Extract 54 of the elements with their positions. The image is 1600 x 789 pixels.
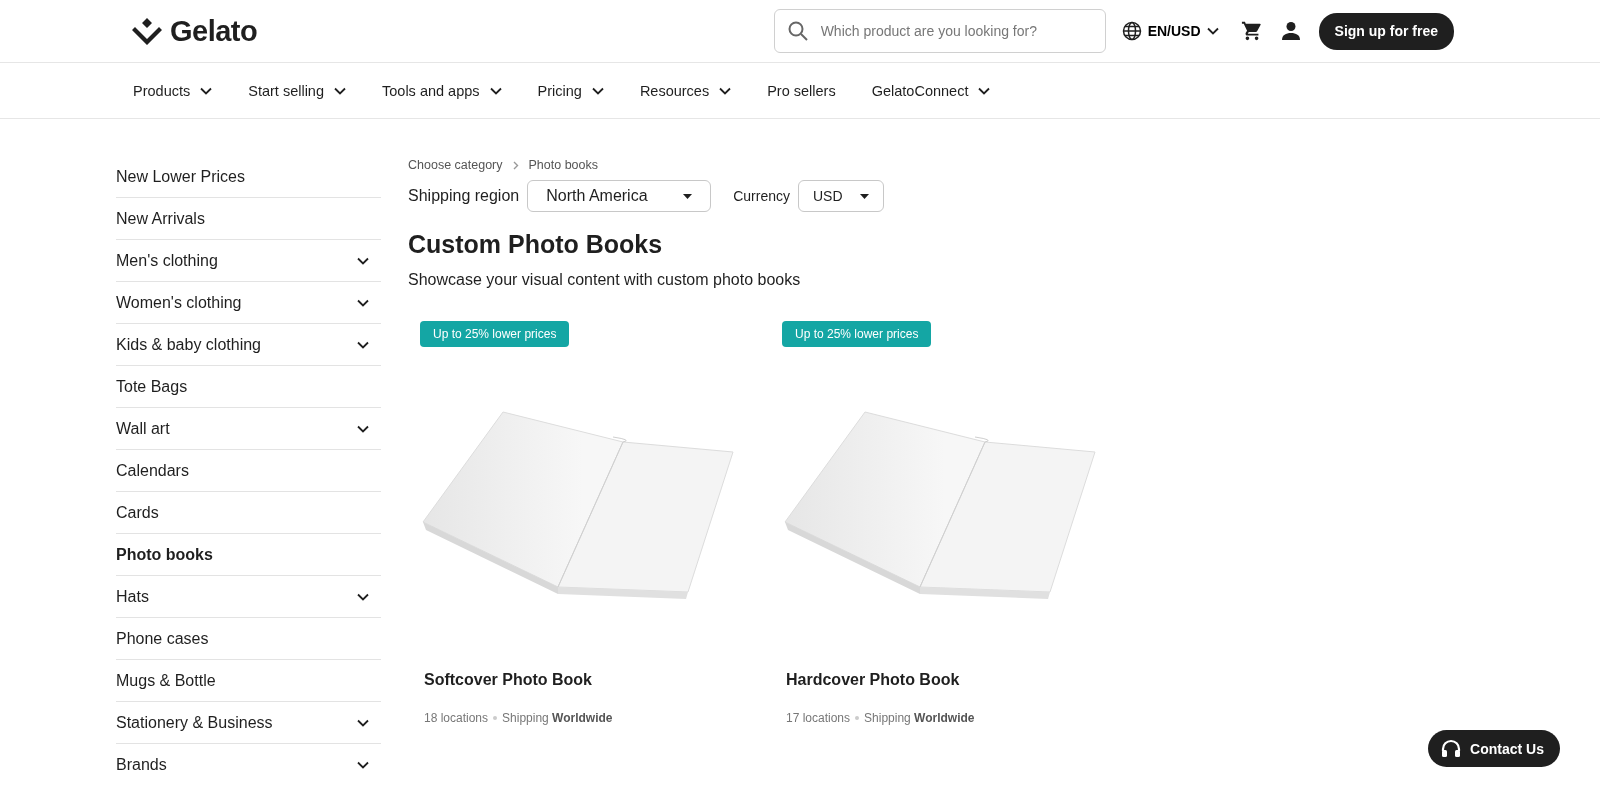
sidebar-item[interactable]: Men's clothing bbox=[116, 240, 381, 282]
chevron-right-icon bbox=[512, 160, 519, 170]
sidebar-item[interactable]: Women's clothing bbox=[116, 282, 381, 324]
shipping-info: Shipping Worldwide bbox=[502, 711, 613, 725]
logo-text[interactable]: Gelato bbox=[170, 14, 258, 48]
product-name[interactable]: Softcover Photo Book bbox=[424, 671, 592, 689]
headset-icon bbox=[1440, 737, 1463, 760]
page-subtitle: Showcase your visual content with custom photo books bbox=[408, 271, 802, 289]
sidebar-item[interactable]: Mugs & Bottle bbox=[116, 660, 381, 702]
nav-menu-item[interactable]: Start selling bbox=[248, 76, 346, 105]
locations-count: 17 locations bbox=[786, 711, 851, 725]
dropdown-select[interactable]: USD bbox=[798, 180, 884, 212]
nav-menu-item[interactable]: Pricing bbox=[537, 76, 604, 105]
cart-icon[interactable] bbox=[1240, 20, 1263, 42]
caret-icon bbox=[860, 193, 869, 199]
globe-icon bbox=[1121, 21, 1142, 41]
sidebar-item[interactable]: Tote Bags bbox=[116, 366, 381, 408]
sidebar-item[interactable]: Calendars bbox=[116, 450, 381, 492]
page-title: Custom Photo Books bbox=[408, 230, 663, 259]
caret-icon bbox=[683, 193, 693, 199]
user-icon[interactable] bbox=[1280, 21, 1301, 41]
sidebar-item[interactable]: Cards bbox=[116, 492, 381, 534]
separator-dot-icon bbox=[855, 716, 860, 720]
chevron-down-icon bbox=[1206, 27, 1219, 35]
sidebar-item[interactable]: Phone cases bbox=[116, 618, 381, 660]
nav-menu-item[interactable]: GelatoConnect bbox=[871, 76, 991, 105]
contact-us-button[interactable]: Contact Us bbox=[1428, 730, 1560, 767]
shipping-info: Shipping Worldwide bbox=[864, 711, 975, 725]
discount-badge: Up to 25% lower prices bbox=[782, 321, 932, 347]
search-field[interactable]: Which product are you looking for? bbox=[773, 9, 1106, 53]
breadcrumb-link[interactable]: Choose category bbox=[408, 158, 503, 172]
product-name[interactable]: Hardcover Photo Book bbox=[786, 671, 960, 689]
language-currency-selector[interactable]: EN/USD bbox=[1117, 17, 1223, 45]
sidebar-item[interactable]: Hats bbox=[116, 576, 381, 618]
sidebar-item[interactable]: Brands bbox=[116, 744, 381, 786]
sidebar-item[interactable]: New Lower Prices bbox=[116, 156, 381, 198]
dropdown-select[interactable]: North America bbox=[527, 180, 712, 212]
locations-count: 18 locations bbox=[424, 711, 489, 725]
sidebar-item[interactable]: New Arrivals bbox=[116, 198, 381, 240]
discount-badge: Up to 25% lower prices bbox=[420, 321, 570, 347]
nav-menu-item[interactable]: Tools and apps bbox=[382, 76, 502, 105]
filter-label: Currency bbox=[733, 188, 790, 204]
filter-label: Shipping region bbox=[408, 187, 520, 205]
sign-up-button[interactable]: Sign up for free bbox=[1318, 12, 1454, 50]
breadcrumb-link[interactable]: Photo books bbox=[528, 158, 598, 172]
sidebar-item[interactable]: Photo books bbox=[116, 534, 381, 576]
separator-dot-icon bbox=[493, 716, 498, 720]
sidebar-item[interactable]: Stationery & Business bbox=[116, 702, 381, 744]
logo-icon bbox=[132, 16, 162, 46]
sidebar-item[interactable]: Wall art bbox=[116, 408, 381, 450]
nav-menu-item[interactable]: Products bbox=[133, 76, 213, 105]
nav-menu-item[interactable]: Pro sellers bbox=[767, 76, 836, 105]
nav-menu-item[interactable]: Resources bbox=[639, 76, 732, 105]
sidebar-item[interactable]: Kids & baby clothing bbox=[116, 324, 381, 366]
